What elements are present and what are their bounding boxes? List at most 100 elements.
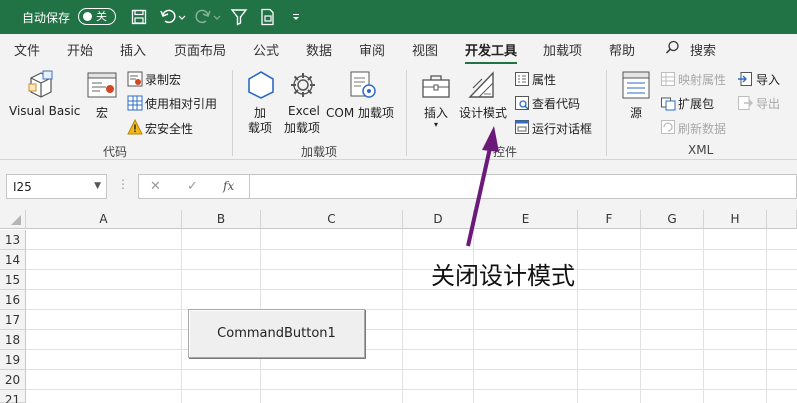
expansion-packs-button[interactable]: 扩展包 [678, 95, 714, 112]
row-header[interactable]: 19 [0, 350, 26, 370]
gridline [181, 229, 182, 403]
design-mode-icon[interactable] [467, 70, 499, 103]
visual-basic-icon[interactable] [27, 70, 59, 103]
gridline [766, 229, 767, 403]
customize-qat-icon[interactable] [285, 7, 307, 27]
name-box[interactable]: I25 ▼ [6, 174, 107, 199]
addins-button-line2[interactable]: 载项 [248, 119, 272, 136]
search-label[interactable]: 搜索 [690, 40, 716, 59]
tab-page-layout[interactable]: 页面布局 [174, 40, 226, 59]
relative-refs-button[interactable]: 使用相对引用 [145, 95, 217, 112]
autosave-toggle[interactable]: 关 [78, 8, 116, 25]
macros-icon[interactable] [86, 71, 118, 102]
formula-input[interactable] [250, 174, 797, 199]
column-header[interactable]: A [26, 210, 182, 229]
row-header[interactable]: 17 [0, 310, 26, 330]
gear-icon[interactable] [288, 70, 318, 103]
record-macro-button[interactable]: 录制宏 [145, 71, 181, 88]
properties-icon[interactable] [514, 71, 530, 90]
macros-button[interactable]: 宏 [96, 104, 108, 121]
insert-control-button[interactable]: 插入 [424, 104, 448, 121]
map-properties-button[interactable]: 映射属性 [678, 71, 726, 88]
toolbox-icon[interactable] [421, 72, 451, 103]
design-mode-button[interactable]: 设计模式 [459, 104, 507, 121]
xml-source-icon[interactable] [621, 70, 651, 103]
redo-icon[interactable] [193, 7, 223, 27]
row-header[interactable]: 15 [0, 270, 26, 290]
warning-icon[interactable] [127, 118, 143, 138]
column-header[interactable]: B [182, 210, 261, 229]
save-icon[interactable] [128, 7, 150, 27]
properties-button[interactable]: 属性 [532, 71, 556, 88]
autosave-label: 自动保存 [22, 11, 71, 25]
chevron-down-icon[interactable]: ▾ [434, 120, 438, 129]
gridline [26, 269, 797, 270]
macro-security-button[interactable]: 宏安全性 [145, 120, 193, 137]
map-properties-icon[interactable] [660, 71, 676, 90]
row-header[interactable]: 18 [0, 330, 26, 350]
search-icon[interactable] [665, 40, 680, 59]
tab-home[interactable]: 开始 [67, 40, 93, 59]
chevron-down-icon[interactable]: ▼ [94, 181, 101, 191]
undo-icon[interactable] [158, 7, 188, 27]
insert-function-icon[interactable]: fx [223, 179, 234, 193]
export-icon[interactable] [737, 95, 753, 114]
row-header[interactable]: 16 [0, 290, 26, 310]
gridline [703, 229, 704, 403]
import-icon[interactable] [737, 71, 753, 90]
column-header[interactable]: G [641, 210, 704, 229]
row-header[interactable]: 21 [0, 390, 26, 403]
gridline [26, 289, 797, 290]
toggle-knob [83, 12, 92, 21]
gridline [577, 229, 578, 403]
filter-icon[interactable] [228, 7, 250, 27]
column-header[interactable]: H [704, 210, 767, 229]
enter-icon[interactable]: ✓ [187, 179, 198, 194]
record-macro-icon[interactable] [127, 71, 143, 90]
xml-source-button[interactable]: 源 [630, 104, 642, 121]
expansion-packs-icon[interactable] [660, 95, 676, 114]
form-icon[interactable] [257, 7, 279, 27]
com-addins-button[interactable]: COM 加载项 [326, 104, 394, 121]
tab-data[interactable]: 数据 [306, 40, 332, 59]
visual-basic-button[interactable]: Visual Basic [9, 104, 80, 118]
excel-addins-line2[interactable]: 加载项 [284, 119, 320, 136]
tab-view[interactable]: 视图 [412, 40, 438, 59]
group-separator [232, 70, 233, 156]
row-header[interactable]: 13 [0, 230, 26, 250]
import-button[interactable]: 导入 [756, 71, 780, 88]
row-header[interactable]: 14 [0, 250, 26, 270]
refresh-data-button[interactable]: 刷新数据 [678, 120, 726, 137]
view-code-button[interactable]: 查看代码 [532, 95, 580, 112]
excel-addins-line1[interactable]: Excel [288, 104, 320, 118]
tab-developer[interactable]: 开发工具 [465, 40, 518, 65]
tab-file[interactable]: 文件 [14, 40, 40, 59]
export-button[interactable]: 导出 [756, 95, 780, 112]
ribbon-tabs: 文件 开始 插入 页面布局 公式 数据 审阅 视图 开发工具 加载项 帮助 搜索 [0, 34, 797, 65]
relative-refs-icon[interactable] [127, 95, 143, 114]
autosave-state: 关 [96, 10, 107, 23]
run-dialog-button[interactable]: 运行对话框 [532, 120, 592, 137]
column-header[interactable] [767, 210, 797, 229]
more-options-icon[interactable]: ⋮ [117, 177, 129, 191]
cancel-icon[interactable]: ✕ [150, 179, 161, 194]
tab-help[interactable]: 帮助 [609, 40, 635, 59]
com-addins-icon[interactable] [347, 70, 377, 103]
name-box-value: I25 [13, 180, 32, 194]
addins-icon[interactable] [246, 70, 276, 103]
column-header[interactable]: D [403, 210, 474, 229]
tab-addins[interactable]: 加载项 [543, 40, 582, 59]
run-dialog-icon[interactable] [514, 119, 530, 138]
worksheet-grid[interactable]: A B C D E F G H 13 14 15 16 17 18 19 20 … [0, 210, 797, 403]
column-header[interactable]: C [261, 210, 403, 229]
select-all-corner[interactable] [0, 210, 26, 229]
tab-insert[interactable]: 插入 [120, 40, 146, 59]
column-header[interactable]: E [474, 210, 578, 229]
refresh-data-icon[interactable] [660, 119, 676, 138]
tab-formulas[interactable]: 公式 [253, 40, 279, 59]
command-button[interactable]: CommandButton1 [188, 309, 365, 358]
view-code-icon[interactable] [514, 95, 530, 114]
row-header[interactable]: 20 [0, 370, 26, 390]
tab-review[interactable]: 审阅 [359, 40, 385, 59]
column-header[interactable]: F [578, 210, 641, 229]
